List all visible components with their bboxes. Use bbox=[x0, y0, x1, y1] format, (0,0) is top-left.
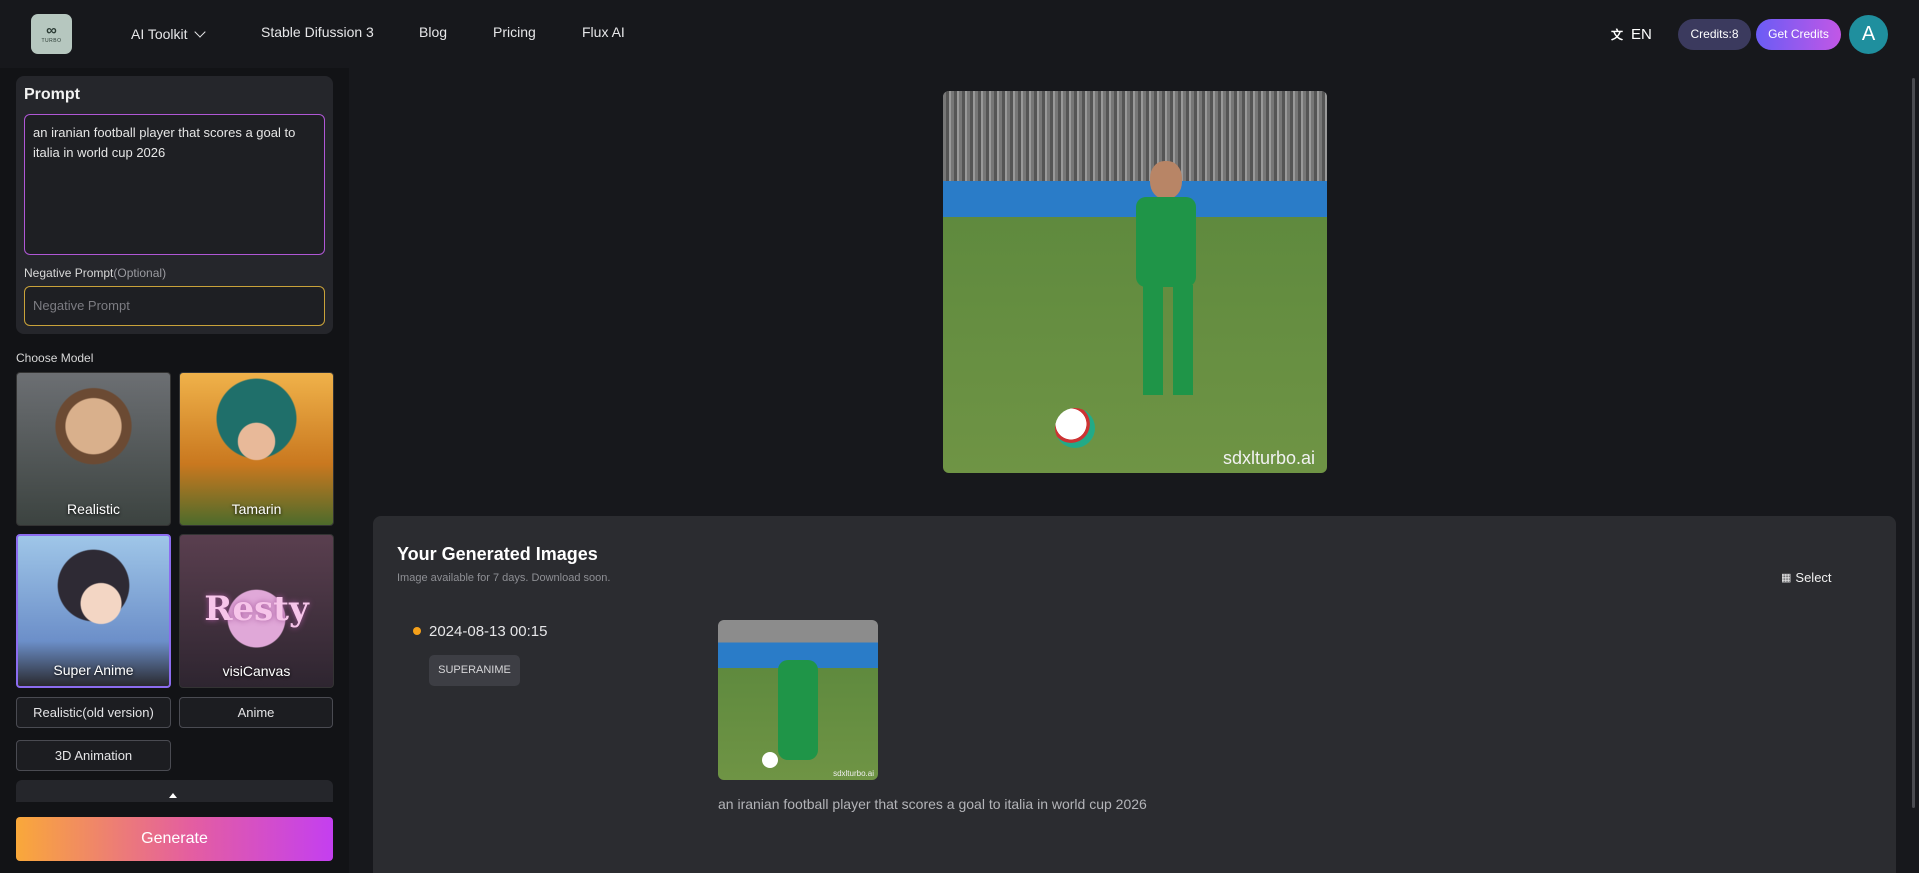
model-tag: SUPERANIME bbox=[429, 655, 520, 686]
nav-flux-ai[interactable]: Flux AI bbox=[582, 24, 625, 40]
thumb-watermark: sdxlturbo.ai bbox=[833, 769, 874, 778]
page-scrollbar[interactable] bbox=[1912, 78, 1915, 808]
nav-blog[interactable]: Blog bbox=[419, 24, 447, 40]
collapse-toggle[interactable] bbox=[16, 780, 333, 802]
select-grid-icon: ▦ bbox=[1781, 572, 1792, 584]
nav-pricing[interactable]: Pricing bbox=[493, 24, 536, 40]
thumbnail-caption: an iranian football player that scores a… bbox=[718, 796, 1147, 812]
player-jersey bbox=[1136, 197, 1196, 287]
negative-prompt-input[interactable]: Negative Prompt bbox=[24, 286, 325, 326]
thumb-player bbox=[778, 660, 818, 760]
chevron-down-icon bbox=[193, 26, 206, 38]
get-credits-button[interactable]: Get Credits bbox=[1756, 19, 1841, 50]
language-label: EN bbox=[1631, 26, 1652, 43]
model-card-realistic[interactable]: Realistic bbox=[16, 372, 171, 526]
generated-images-title: Your Generated Images bbox=[397, 544, 598, 564]
prompt-textarea[interactable]: an iranian football player that scores a… bbox=[24, 114, 325, 255]
negative-prompt-label-text: Negative Prompt bbox=[24, 266, 114, 280]
credits-badge[interactable]: Credits:8 bbox=[1678, 19, 1751, 50]
choose-model-label: Choose Model bbox=[16, 351, 94, 365]
optional-hint: (Optional) bbox=[113, 266, 167, 280]
preview-watermark: sdxlturbo.ai bbox=[1222, 448, 1315, 468]
visicanvas-art-text: Resty bbox=[204, 589, 309, 629]
negative-prompt-label: Negative Prompt(Optional) bbox=[24, 266, 166, 280]
user-avatar[interactable]: A bbox=[1849, 15, 1888, 54]
model-card-label: Super Anime bbox=[53, 662, 134, 678]
translate-icon: 文 bbox=[1610, 27, 1623, 42]
model-card-label: Tamarin bbox=[231, 501, 282, 517]
model-chip-anime[interactable]: Anime bbox=[179, 697, 333, 728]
thumb-ball bbox=[762, 752, 778, 768]
football-player-figure bbox=[1118, 161, 1208, 401]
select-label: Select bbox=[1795, 570, 1832, 585]
logo-text: TURBO bbox=[41, 38, 62, 44]
logo-mark-icon: ∞ bbox=[46, 22, 57, 39]
chevron-up-icon bbox=[169, 793, 177, 798]
football-icon bbox=[1055, 408, 1095, 448]
logo[interactable]: ∞ TURBO bbox=[31, 14, 72, 54]
select-button[interactable]: ▦ Select bbox=[1781, 570, 1832, 585]
nav-stable-diffusion-3[interactable]: Stable Difussion 3 bbox=[261, 24, 374, 40]
nav-ai-toolkit-label: AI Toolkit bbox=[131, 26, 188, 42]
generated-images-subtitle: Image available for 7 days. Download soo… bbox=[397, 572, 611, 584]
status-dot bbox=[413, 627, 421, 635]
model-chip-realistic-old[interactable]: Realistic(old version) bbox=[16, 697, 171, 728]
model-card-label: Realistic bbox=[67, 501, 120, 517]
model-card-super-anime[interactable]: Super Anime bbox=[16, 534, 171, 688]
generated-thumbnail[interactable]: sdxlturbo.ai bbox=[718, 620, 878, 780]
prompt-card: Prompt an iranian football player that s… bbox=[16, 76, 333, 334]
model-chip-3d-animation[interactable]: 3D Animation bbox=[16, 740, 171, 771]
generation-date: 2024-08-13 00:15 bbox=[429, 623, 548, 640]
generated-images-panel: Your Generated Images Image available fo… bbox=[373, 516, 1896, 873]
prompt-title: Prompt bbox=[24, 86, 80, 103]
generated-preview-image[interactable]: sdxlturbo.ai bbox=[943, 91, 1327, 473]
player-legs bbox=[1143, 285, 1193, 395]
player-head bbox=[1150, 161, 1182, 199]
language-switcher[interactable]: 文 EN bbox=[1609, 26, 1652, 43]
model-card-visicanvas[interactable]: Resty visiCanvas bbox=[179, 534, 334, 688]
model-card-label: visiCanvas bbox=[222, 663, 291, 679]
top-header: ∞ TURBO AI Toolkit Stable Difussion 3 Bl… bbox=[0, 0, 1919, 68]
nav-ai-toolkit[interactable]: AI Toolkit bbox=[131, 26, 206, 42]
generate-button[interactable]: Generate bbox=[16, 817, 333, 861]
model-card-tamarin[interactable]: Tamarin bbox=[179, 372, 334, 526]
